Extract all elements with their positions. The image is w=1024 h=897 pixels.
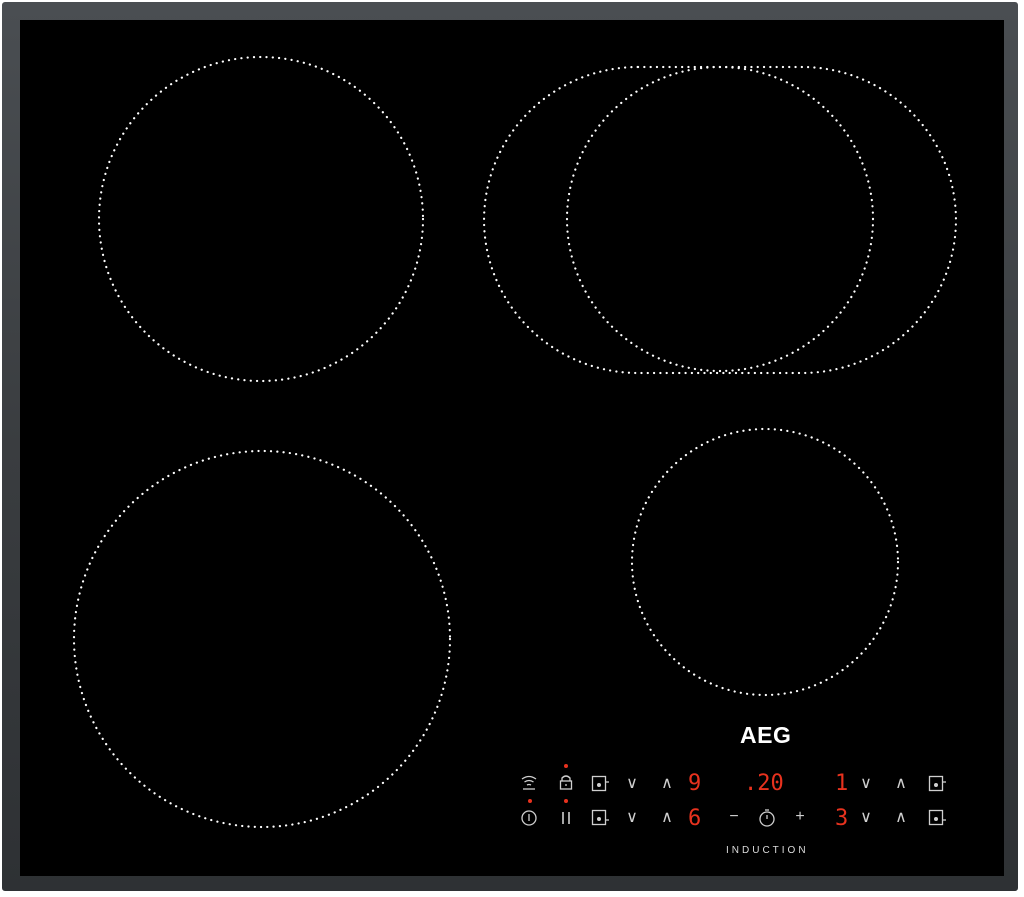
left-front-down-button[interactable]: ∨ [622,809,642,827]
right-front-zone-select-icon[interactable] [928,809,948,827]
pause-icon[interactable] [558,809,574,827]
left-zone-up-button[interactable]: ∧ [657,775,677,793]
cooking-zones [72,55,958,829]
lock-led [564,764,568,768]
timer-plus-button[interactable]: + [790,808,810,826]
timer-clock-icon[interactable] [757,808,777,828]
right-zone-up-button[interactable]: ∧ [891,775,911,793]
timer-display: .20 [744,771,784,796]
zone-select-icon[interactable] [591,775,611,793]
zone-top-right-bridge [482,65,958,375]
left-front-zone-select-icon[interactable] [591,809,611,827]
pause-led [564,799,568,803]
power-icon[interactable] [520,809,538,827]
timer-minus-button[interactable]: − [724,808,744,826]
induction-label: INDUCTION [726,845,809,856]
right-front-down-button[interactable]: ∨ [856,809,876,827]
right-rear-level-display: 1 [835,771,849,796]
left-rear-level-display: 9 [688,771,702,796]
right-front-level-display: 3 [835,806,849,831]
brand-logo: AEG [740,722,792,748]
wifi-icon[interactable] [520,774,538,792]
left-zone-down-button[interactable]: ∨ [622,775,642,793]
left-front-up-button[interactable]: ∧ [657,809,677,827]
right-zone-down-button[interactable]: ∨ [856,775,876,793]
child-lock-icon[interactable] [558,773,574,791]
right-front-up-button[interactable]: ∧ [891,809,911,827]
induction-hob: AEG INDUCTION ∨ ∧ 9 .20 1 ∨ ∧ ∨ ∧ 6 − + … [0,0,1024,897]
wifi-led [528,799,532,803]
zone-bottom-left [72,449,452,829]
left-front-level-display: 6 [688,806,702,831]
zone-top-right-inner [565,65,875,373]
zone-top-left [97,55,425,383]
right-rear-zone-select-icon[interactable] [928,775,948,793]
zone-bottom-right [630,427,900,697]
